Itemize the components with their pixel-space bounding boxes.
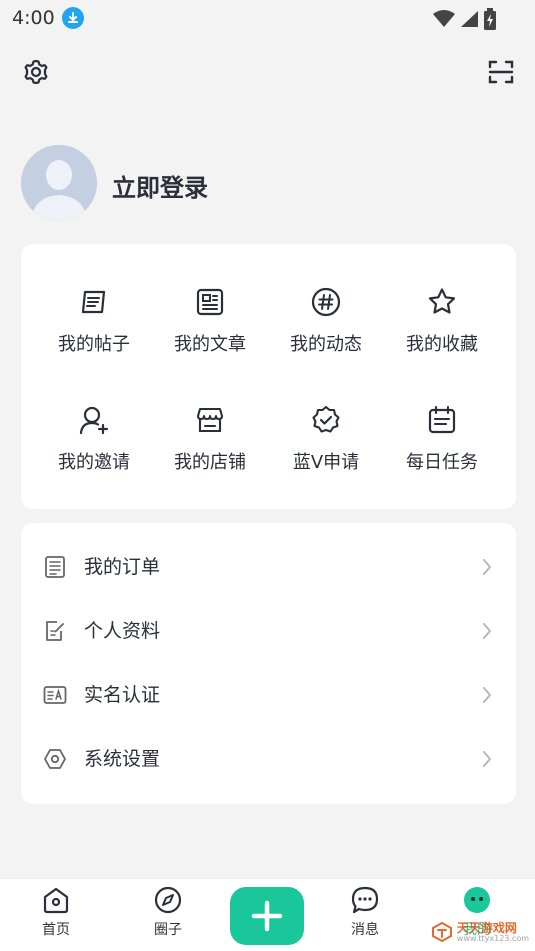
watermark-text: 天天游戏网	[456, 920, 517, 935]
wifi-icon	[433, 10, 455, 27]
nav-label: 消息	[351, 922, 379, 938]
chevron-right-icon	[483, 751, 491, 767]
watermark-logo	[431, 921, 452, 943]
grid-item-label: 我的动态	[290, 334, 362, 355]
settings-button[interactable]	[20, 56, 52, 88]
store-icon	[196, 407, 224, 433]
watermark: 天天游戏网 www.ttyx123.com	[431, 921, 529, 943]
settings-list-card: 我的订单 个人资料 实名认证 系统设置	[21, 523, 516, 804]
grid-item-my-favorites[interactable]: 我的收藏	[384, 286, 500, 376]
grid-item-label: 我的邀请	[58, 452, 130, 473]
nav-label: 首页	[42, 922, 70, 938]
menu-item-system-settings[interactable]: 系统设置	[21, 726, 516, 790]
profile-face-icon	[464, 887, 490, 913]
menu-item-label: 个人资料	[84, 620, 161, 642]
grid-item-label: 我的店铺	[174, 452, 246, 473]
status-bar: 4:00	[0, 0, 535, 38]
grid-item-label: 每日任务	[406, 452, 478, 473]
signal-icon	[461, 11, 478, 27]
download-icon	[62, 7, 84, 29]
grid-item-blue-v-apply[interactable]: 蓝V申请	[268, 404, 384, 494]
bottom-nav: 首页 圈子 消息 我的 天天游戏网 www.ttyx123.com	[0, 878, 535, 951]
chevron-right-icon	[483, 559, 491, 575]
hashtag-icon	[311, 287, 341, 317]
login-link[interactable]: 立即登录	[112, 168, 208, 203]
menu-item-my-orders[interactable]: 我的订单	[21, 534, 516, 598]
nav-item-home[interactable]: 首页	[21, 885, 91, 939]
order-list-icon	[45, 556, 65, 578]
gear-icon	[24, 59, 48, 85]
plus-icon	[251, 900, 283, 932]
scan-icon	[488, 60, 514, 84]
grid-item-daily-tasks[interactable]: 每日任务	[384, 404, 500, 494]
avatar[interactable]	[21, 145, 97, 221]
nav-label: 圈子	[154, 922, 182, 938]
grid-item-my-posts[interactable]: 我的帖子	[36, 286, 152, 376]
verified-badge-icon	[312, 405, 340, 433]
grid-item-label: 我的帖子	[58, 334, 130, 355]
profile-page: 4:00 立即登录 我的帖子 我的文章 我的动态 我的收藏 我的邀请 我的店铺 …	[0, 0, 535, 951]
chevron-right-icon	[483, 623, 491, 639]
hexagon-settings-icon	[44, 749, 66, 769]
grid-item-my-invites[interactable]: 我的邀请	[36, 404, 152, 494]
status-indicators	[433, 8, 497, 30]
scan-button[interactable]	[485, 56, 517, 88]
grid-item-label: 我的收藏	[406, 334, 478, 355]
grid-item-label: 蓝V申请	[292, 452, 360, 473]
menu-item-label: 实名认证	[84, 684, 161, 706]
grid-item-my-activity[interactable]: 我的动态	[268, 286, 384, 376]
nav-item-circle[interactable]: 圈子	[133, 885, 203, 939]
star-icon	[428, 288, 456, 314]
calendar-task-icon	[428, 405, 456, 434]
battery-icon	[484, 8, 496, 30]
id-card-icon	[43, 686, 67, 704]
status-time: 4:00	[12, 7, 55, 29]
nav-item-messages[interactable]: 消息	[330, 885, 400, 939]
chevron-right-icon	[483, 687, 491, 703]
shortcut-grid-card: 我的帖子 我的文章 我的动态 我的收藏 我的邀请 我的店铺 蓝V申请 每日任务	[21, 244, 516, 509]
posts-icon	[81, 290, 106, 314]
grid-item-label: 我的文章	[174, 334, 246, 355]
article-icon	[196, 288, 224, 316]
chat-icon	[351, 886, 379, 914]
invite-user-icon	[79, 406, 109, 435]
create-post-button[interactable]	[230, 887, 304, 945]
grid-item-my-articles[interactable]: 我的文章	[152, 286, 268, 376]
menu-item-label: 系统设置	[84, 748, 161, 770]
home-icon	[43, 887, 69, 914]
menu-item-personal-info[interactable]: 个人资料	[21, 598, 516, 662]
watermark-url: www.ttyx123.com	[456, 933, 529, 943]
menu-item-label: 我的订单	[84, 556, 161, 578]
grid-item-my-store[interactable]: 我的店铺	[152, 404, 268, 494]
menu-item-real-name-auth[interactable]: 实名认证	[21, 662, 516, 726]
compass-icon	[154, 886, 182, 914]
default-avatar-icon	[21, 145, 97, 221]
edit-profile-icon	[46, 621, 64, 641]
